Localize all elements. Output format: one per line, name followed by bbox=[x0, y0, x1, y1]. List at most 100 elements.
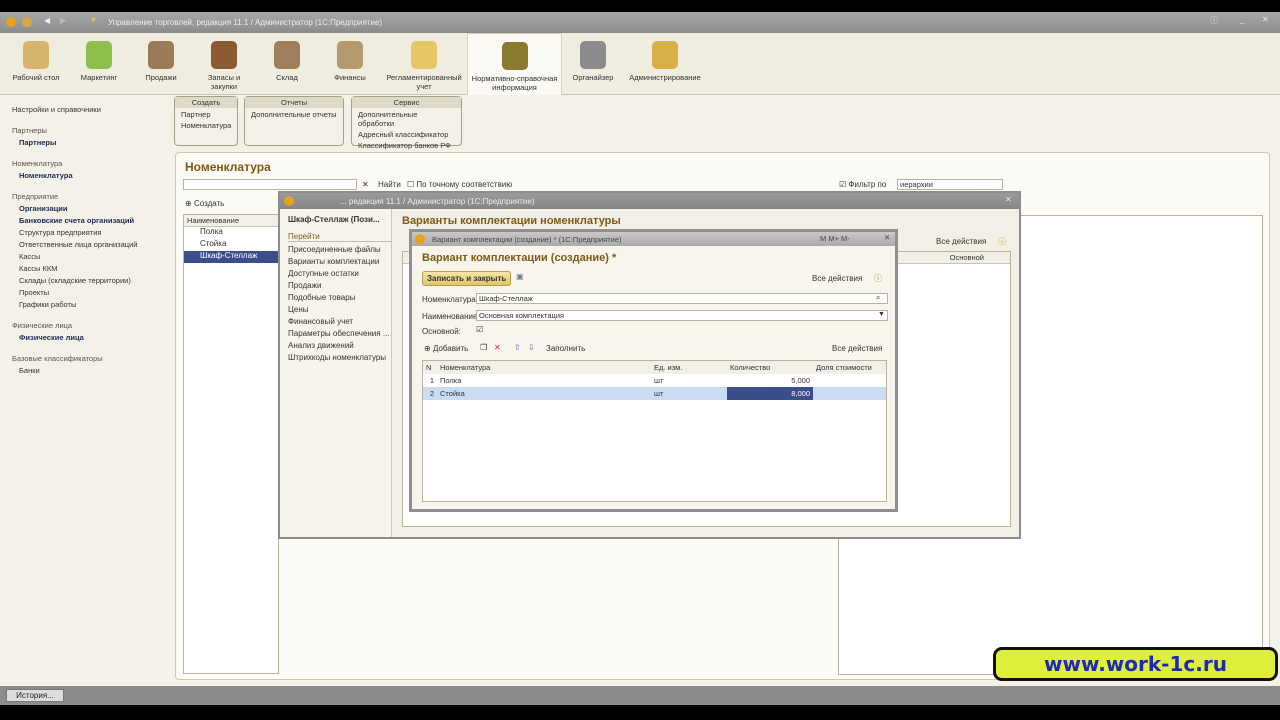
nomenclature-field[interactable]: Шкаф-Стеллаж bbox=[476, 293, 888, 304]
item-nav-link[interactable]: Присоединенные файлы bbox=[288, 245, 391, 254]
1c-logo-icon[interactable] bbox=[284, 196, 294, 206]
section-label: Рабочий стол bbox=[12, 73, 60, 82]
section-tab[interactable]: Рабочий стол bbox=[8, 33, 64, 95]
all-actions-menu[interactable]: Все действия bbox=[812, 274, 862, 283]
item-nav-link[interactable]: Подобные товары bbox=[288, 293, 391, 302]
item-nav-link[interactable]: Анализ движений bbox=[288, 341, 391, 350]
cell-quantity-editing[interactable]: 8,000 bbox=[727, 387, 813, 400]
clear-icon[interactable]: ✕ bbox=[362, 180, 369, 189]
favorites-icon[interactable]: ★ bbox=[90, 15, 97, 24]
exact-match-checkbox[interactable]: ☐ По точному соответствию bbox=[407, 180, 512, 189]
back-icon[interactable]: ◀ bbox=[44, 16, 50, 25]
main-checkbox[interactable]: ☑ bbox=[476, 325, 483, 334]
cell-unit[interactable]: шт bbox=[651, 374, 727, 387]
close-icon[interactable]: ✕ bbox=[1262, 15, 1269, 24]
close-icon[interactable]: ✕ bbox=[1005, 195, 1012, 204]
item-nav-link[interactable]: Цены bbox=[288, 305, 391, 314]
create-button[interactable]: ⊕ Создать bbox=[185, 199, 224, 208]
item-nav-link[interactable]: Финансовый учет bbox=[288, 317, 391, 326]
save-icon[interactable]: ▣ bbox=[516, 272, 524, 281]
cell-cost-share[interactable] bbox=[813, 387, 886, 400]
service-link[interactable]: Классификатор банков РФ bbox=[352, 139, 461, 150]
table-row[interactable]: 1 Полка шт 5,000 bbox=[423, 374, 886, 387]
memory-icons[interactable]: M M+ M- bbox=[820, 234, 850, 243]
history-button[interactable]: История... bbox=[6, 689, 64, 702]
item-nav-link[interactable]: Продажи bbox=[288, 281, 391, 290]
table-row-selected[interactable]: 2 Стойка шт 8,000 bbox=[423, 387, 886, 400]
create-title: Создать bbox=[175, 97, 237, 108]
main-label: Основной: bbox=[422, 327, 461, 336]
section-tab[interactable]: Регламентированный учет bbox=[384, 33, 464, 95]
table-header: N Номенклатура Ед. изм. Количество Доля … bbox=[423, 361, 886, 374]
menu-icon[interactable] bbox=[22, 17, 32, 27]
item-nav-link[interactable]: Варианты комплектации bbox=[288, 257, 391, 266]
move-down-icon[interactable]: ⇩ bbox=[528, 343, 535, 352]
minimize-icon[interactable]: _ bbox=[1240, 15, 1244, 24]
nav-item[interactable]: Склады (складские территории) bbox=[12, 276, 168, 285]
filter-input[interactable]: иерархии bbox=[897, 179, 1003, 190]
list-item[interactable]: Полка bbox=[184, 227, 278, 239]
list-item[interactable]: Стойка bbox=[184, 239, 278, 251]
nav-item[interactable]: Проекты bbox=[12, 288, 168, 297]
section-tab[interactable]: Склад bbox=[260, 33, 314, 95]
filter-checkbox[interactable]: ☑ Фильтр по bbox=[839, 180, 886, 189]
info-icon[interactable]: ⓘ bbox=[1210, 15, 1218, 26]
nav-item[interactable]: Ответственные лица организаций bbox=[12, 240, 168, 249]
settings-link[interactable]: Настройки и справочники bbox=[12, 105, 168, 114]
save-close-button[interactable]: Записать и закрыть bbox=[422, 271, 512, 286]
search-input[interactable] bbox=[183, 179, 357, 190]
close-icon[interactable]: ✕ bbox=[884, 233, 890, 242]
section-tab[interactable]: Запасы и закупки bbox=[196, 33, 252, 95]
item-nav-link[interactable]: Штрихкоды номенклатуры bbox=[288, 353, 391, 362]
help-icon[interactable]: ⓘ bbox=[874, 273, 882, 284]
nav-item[interactable]: Структура предприятия bbox=[12, 228, 168, 237]
service-link[interactable]: Дополнительные обработки bbox=[352, 108, 461, 128]
nav-item[interactable]: Кассы bbox=[12, 252, 168, 261]
nav-item[interactable]: Банки bbox=[12, 366, 168, 375]
list-item-selected[interactable]: Шкаф-Стеллаж bbox=[184, 251, 278, 263]
cell-nomenclature[interactable]: Стойка bbox=[437, 387, 651, 400]
section-tab[interactable]: Продажи bbox=[135, 33, 187, 95]
section-label: Органайзер bbox=[572, 73, 614, 82]
forward-icon[interactable]: ▶ bbox=[60, 16, 66, 25]
create-partner-link[interactable]: Партнер bbox=[175, 108, 237, 119]
item-window-title: ... редакция 11.1 / Администратор (1С:Пр… bbox=[340, 197, 535, 206]
1c-logo-icon[interactable] bbox=[415, 234, 425, 244]
help-icon[interactable]: ⓘ bbox=[998, 236, 1006, 247]
table-all-actions-menu[interactable]: Все действия bbox=[832, 344, 882, 353]
cell-quantity[interactable]: 5,000 bbox=[727, 374, 813, 387]
nav-item[interactable]: Графики работы bbox=[12, 300, 168, 309]
section-tab[interactable]: Органайзер bbox=[565, 33, 621, 95]
find-button[interactable]: Найти bbox=[378, 180, 401, 189]
section-tab[interactable]: Нормативно-справочная информация bbox=[467, 33, 562, 95]
nav-item[interactable]: Банковские счета организаций bbox=[12, 216, 168, 225]
cell-cost-share[interactable] bbox=[813, 374, 886, 387]
move-up-icon[interactable]: ⇧ bbox=[514, 343, 521, 352]
all-actions-menu[interactable]: Все действия bbox=[936, 237, 986, 246]
nav-item[interactable]: Организации bbox=[12, 204, 168, 213]
section-tab[interactable]: Финансы bbox=[324, 33, 376, 95]
dropdown-icon[interactable]: ▼ bbox=[878, 311, 885, 318]
variant-dialog: Вариант комплектации (создание) * (1С:Пр… bbox=[409, 229, 898, 512]
cell-unit[interactable]: шт bbox=[651, 387, 727, 400]
reports-title: Отчеты bbox=[245, 97, 343, 108]
name-field[interactable]: Основная комплектация bbox=[476, 310, 888, 321]
section-tab[interactable]: Маркетинг bbox=[74, 33, 124, 95]
search-icon[interactable]: ⌕ bbox=[876, 293, 880, 303]
nav-item[interactable]: Кассы ККМ bbox=[12, 264, 168, 273]
item-nav-link[interactable]: Доступные остатки bbox=[288, 269, 391, 278]
section-tab[interactable]: Администрирование bbox=[625, 33, 705, 95]
service-link[interactable]: Адресный классификатор bbox=[352, 128, 461, 139]
1c-logo-icon[interactable] bbox=[6, 17, 16, 27]
copy-icon[interactable]: ❐ bbox=[480, 343, 487, 352]
additional-reports-link[interactable]: Дополнительные отчеты bbox=[245, 108, 343, 119]
nav-item[interactable]: Физические лица bbox=[12, 333, 168, 342]
create-nomenclature-link[interactable]: Номенклатура bbox=[175, 119, 237, 130]
add-button[interactable]: ⊕ Добавить bbox=[424, 344, 468, 353]
cell-nomenclature[interactable]: Полка bbox=[437, 374, 651, 387]
fill-button[interactable]: Заполнить bbox=[546, 344, 585, 353]
nav-item[interactable]: Партнеры bbox=[12, 138, 168, 147]
delete-icon[interactable]: ✕ bbox=[494, 343, 501, 352]
item-nav-link[interactable]: Параметры обеспечения ... bbox=[288, 329, 391, 338]
nav-item[interactable]: Номенклатура bbox=[12, 171, 168, 180]
